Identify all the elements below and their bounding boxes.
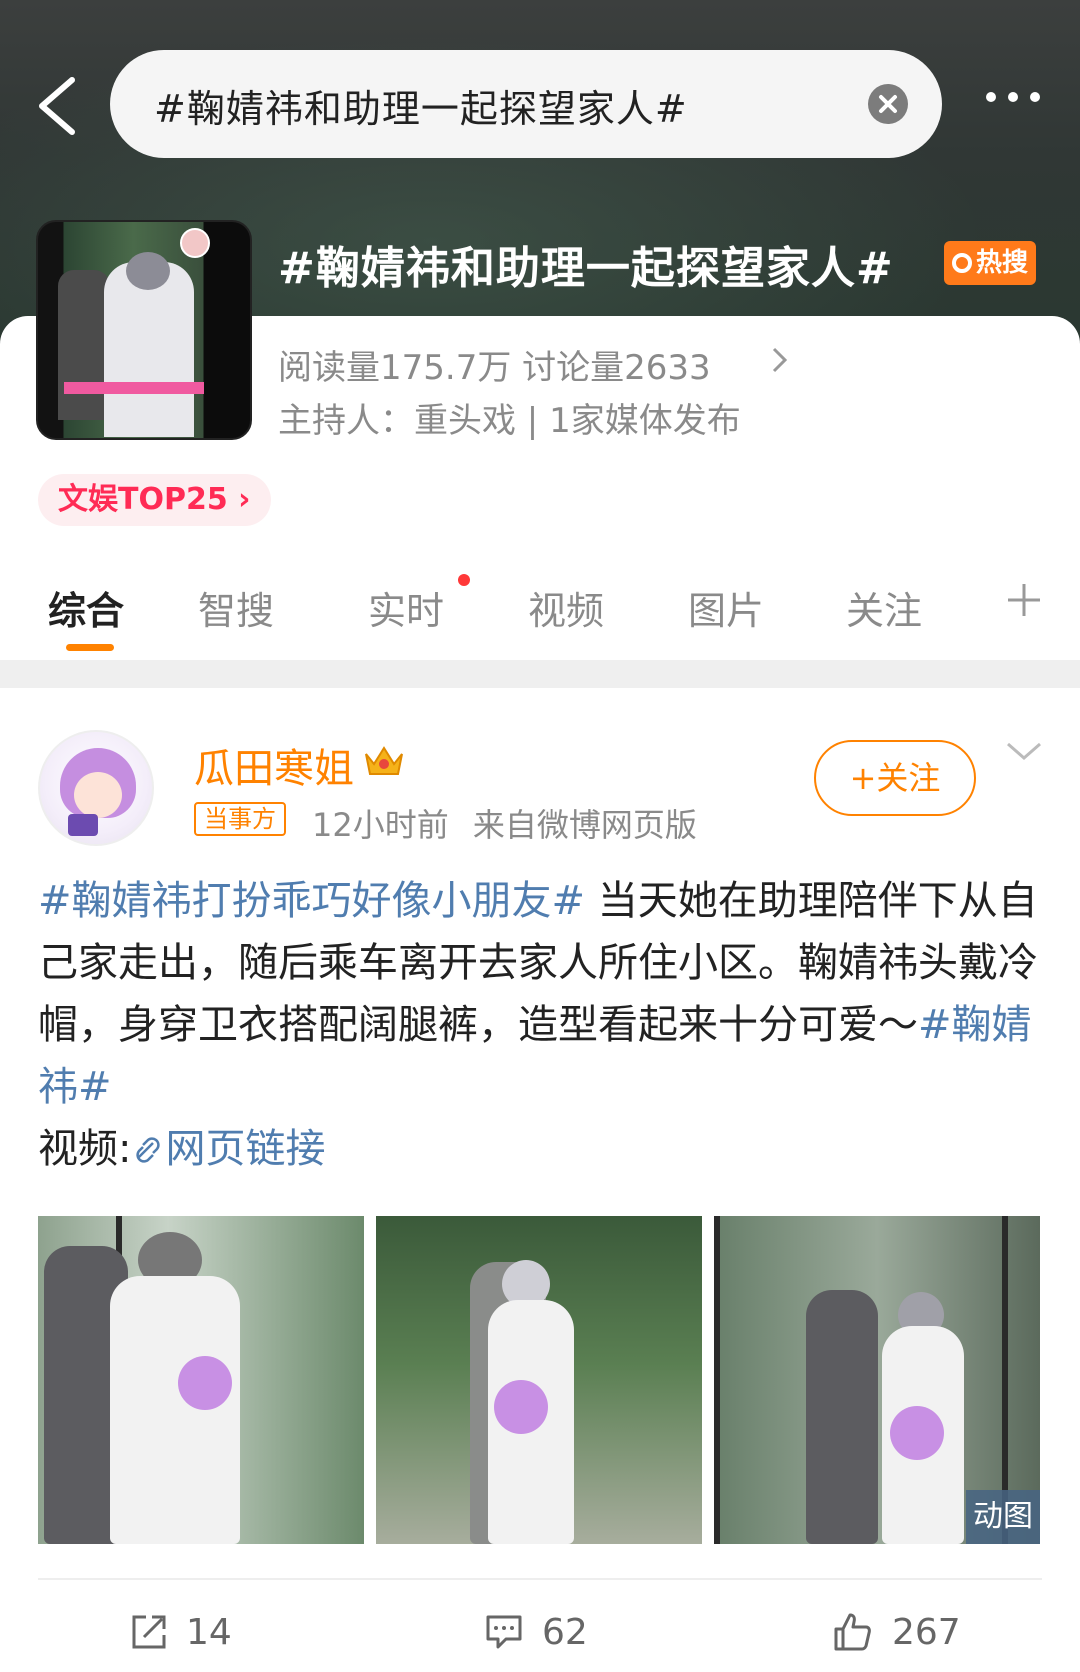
party-tag: 当事方: [194, 802, 286, 836]
author-name[interactable]: 瓜田寒姐: [194, 736, 354, 794]
tab-following[interactable]: 关注: [846, 580, 922, 635]
post-image[interactable]: [38, 1216, 364, 1544]
post-time: 12小时前: [312, 806, 449, 844]
hashtag-link[interactable]: #鞠婧祎打扮乖巧好像小朋友#: [38, 878, 585, 924]
web-link[interactable]: 网页链接: [131, 1126, 325, 1172]
tab-video[interactable]: 视频: [528, 580, 604, 635]
ranking-badge[interactable]: 文娱TOP25 ›: [38, 474, 271, 526]
clear-search-icon[interactable]: [868, 84, 908, 124]
tab-bar: 综合 智搜 实时 视频 图片 关注: [0, 570, 1080, 660]
share-count: 14: [186, 1611, 232, 1653]
share-icon: [132, 1615, 166, 1649]
topic-stats[interactable]: 阅读量175.7万 讨论量2633: [278, 340, 711, 389]
gif-badge: 动图: [966, 1490, 1040, 1544]
chevron-right-icon[interactable]: [770, 345, 790, 375]
topic-host: 主持人：重头戏 | 1家媒体发布: [278, 401, 741, 441]
tab-realtime[interactable]: 实时: [368, 580, 444, 635]
section-divider: [0, 660, 1080, 688]
flame-icon: [952, 253, 972, 273]
new-content-dot: [458, 574, 470, 586]
post-body: #鞠婧祎打扮乖巧好像小朋友# 当天她在助理陪伴下从自己家走出，随后乘车离开去家人…: [38, 870, 1038, 1180]
more-options-icon[interactable]: [986, 92, 1040, 102]
like-count: 267: [892, 1611, 961, 1653]
tab-comprehensive[interactable]: 综合: [48, 580, 124, 635]
post-image-grid: 动图: [38, 1216, 1042, 1544]
author-avatar[interactable]: [38, 730, 154, 846]
post-image[interactable]: 动图: [714, 1216, 1040, 1544]
comment-button[interactable]: 62: [484, 1602, 588, 1662]
search-input[interactable]: #鞠婧祎和助理一起探望家人#: [154, 78, 688, 133]
tab-smart-search[interactable]: 智搜: [198, 580, 274, 635]
post-image[interactable]: [376, 1216, 702, 1544]
follow-button[interactable]: +关注: [814, 740, 976, 816]
add-tab-icon[interactable]: [1006, 582, 1042, 618]
post-source: 来自微博网页版: [472, 806, 697, 844]
share-button[interactable]: 14: [130, 1602, 232, 1662]
tab-images[interactable]: 图片: [688, 580, 764, 635]
back-arrow-icon[interactable]: [30, 70, 90, 140]
link-icon: [136, 1137, 161, 1163]
hot-badge-label: 热搜: [976, 248, 1029, 278]
like-button[interactable]: 267: [832, 1602, 961, 1662]
web-link-label[interactable]: 网页链接: [165, 1126, 325, 1172]
crown-icon: [365, 746, 403, 775]
active-tab-indicator: [66, 644, 114, 651]
comment-count: 62: [542, 1611, 588, 1653]
chevron-down-icon[interactable]: [1004, 740, 1044, 764]
topic-page: #鞠婧祎和助理一起探望家人# #鞠婧祎和助理一起探望家人# 热搜 阅读量175.…: [0, 0, 1080, 1672]
action-divider: [38, 1578, 1042, 1580]
topic-title: #鞠婧祎和助理一起探望家人#: [278, 243, 894, 294]
comment-icon: [486, 1615, 522, 1649]
thumbs-up-icon: [834, 1613, 871, 1651]
topic-cover-image[interactable]: [36, 220, 252, 440]
search-bar[interactable]: #鞠婧祎和助理一起探望家人#: [110, 50, 942, 158]
video-label: 视频:: [38, 1126, 132, 1172]
post-meta: 12小时前 来自微博网页版: [312, 800, 697, 846]
hot-search-badge: 热搜: [944, 241, 1037, 285]
